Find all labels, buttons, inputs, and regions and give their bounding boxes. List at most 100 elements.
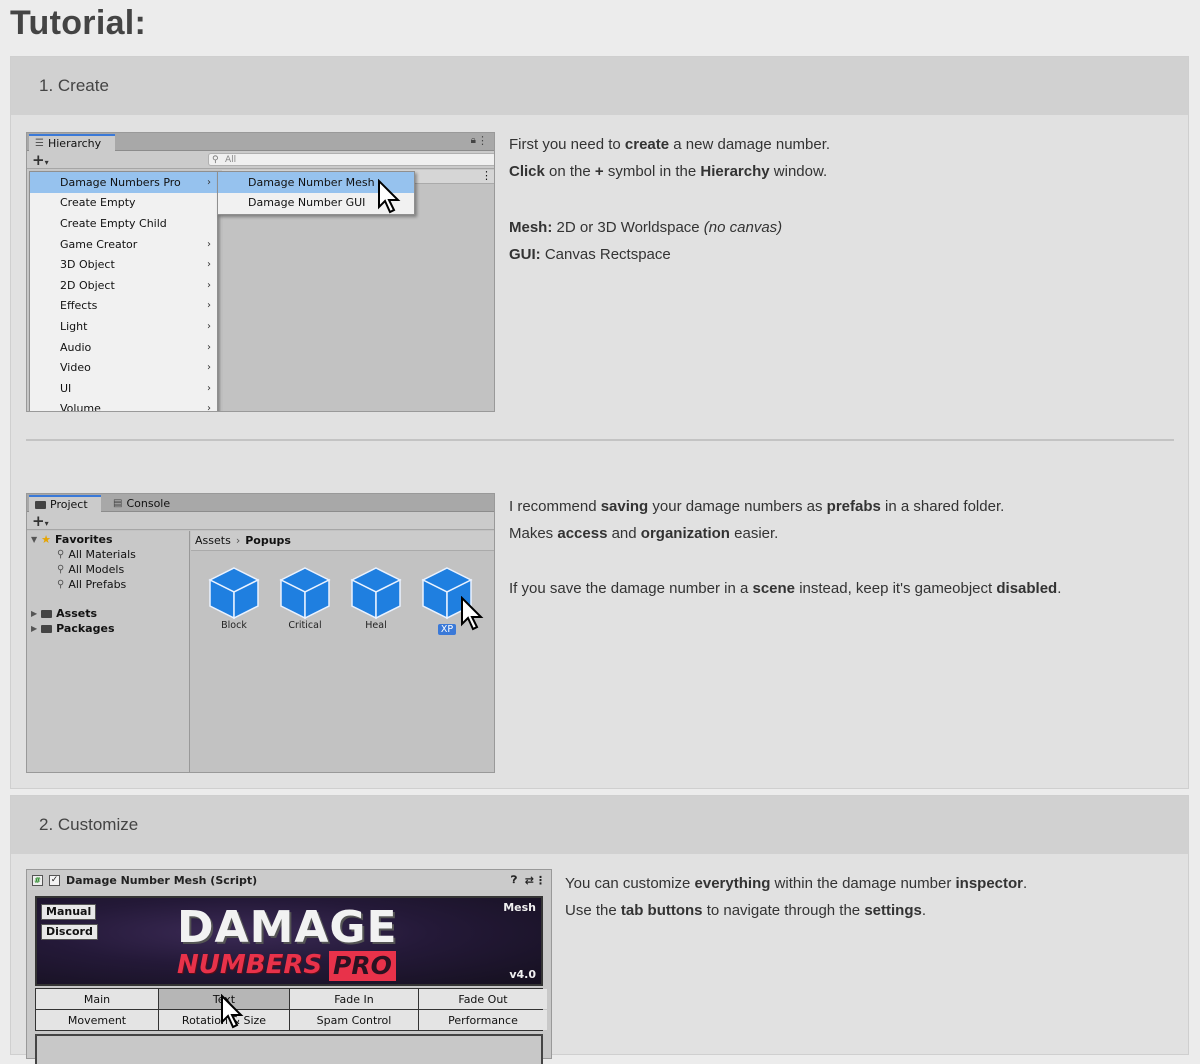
lock-icon[interactable]: 🔒︎ [471,135,476,146]
project-panel: Project ▤ Console +▾ ▼ ★ Favorites ⚲ All … [26,493,495,773]
menu-item[interactable]: Effects › [30,296,217,317]
menu-item-label: Damage Numbers Pro [60,175,181,189]
tree-packages[interactable]: ▶ Packages [31,622,115,635]
hierarchy-search-input[interactable]: ⚲ All [208,153,494,166]
inspector-tab-button[interactable]: Fade In [290,989,418,1009]
menu-item-label: Create Empty [60,196,136,210]
banner-title-pro: PRO [329,951,396,981]
prefab-label: Heal [365,620,387,631]
favorites-label: Favorites [55,533,113,546]
section-header-create: 1. Create [11,57,1188,115]
menu-item[interactable]: Audio › [30,337,217,358]
tree-assets[interactable]: ▶ Assets [31,607,97,620]
menu-item[interactable]: Create Empty [30,193,217,214]
menu-item[interactable]: UI › [30,378,217,399]
triangle-right-icon: ▶ [31,624,38,633]
tab-hierarchy[interactable]: ☰ Hierarchy [29,134,115,151]
menu-item-label: Light [60,319,88,333]
chevron-right-icon: › [207,320,211,332]
tree-favorites[interactable]: ▼ ★ Favorites [31,533,113,546]
inspector-tab-button[interactable]: Movement [36,1010,158,1030]
menu-item-label: Game Creator [60,237,138,251]
search-icon: ⚲ [212,155,219,165]
mouse-cursor-icon [221,994,244,1029]
create-plus-button[interactable]: +▾ [32,151,49,172]
triangle-down-icon: ▼ [31,535,38,544]
discord-button[interactable]: Discord [41,924,98,940]
banner-title-numbers: NUMBERS [177,950,323,980]
breadcrumb-separator: › [235,534,241,547]
search-icon: ⚲ [57,564,65,575]
menu-item[interactable]: Volume › [30,399,217,412]
desc-line: I recommend saving your damage numbers a… [509,498,1005,515]
search-icon: ⚲ [57,579,65,590]
search-icon: ⚲ [57,549,65,560]
script-icon: # [32,874,43,886]
folder-icon [41,624,53,633]
inspector-panel: # ✓ Damage Number Mesh (Script) ❓︎ ⇄ ⋮ M… [26,869,552,1064]
prefab-cube-icon [279,567,331,620]
tree-favorite-item[interactable]: ⚲ All Models [57,563,124,576]
list-icon: ☰ [35,138,44,149]
inspector-tab-button[interactable]: Spam Control [290,1010,418,1030]
search-placeholder: All [225,155,237,165]
enabled-checkbox[interactable]: ✓ [49,874,60,886]
prefab-label: XP [437,624,457,635]
prefab-asset[interactable]: Block [204,566,264,631]
menu-item[interactable]: Light › [30,316,217,337]
prefab-label: Critical [288,620,322,631]
menu-item[interactable]: Damage Numbers Pro › [30,172,217,193]
tree-favorite-item[interactable]: ⚲ All Materials [57,548,136,561]
menu-item-label: Create Empty Child [60,216,167,230]
menu-item[interactable]: Video › [30,357,217,378]
breadcrumb-popups[interactable]: Popups [245,534,291,547]
more-icon[interactable]: ⋮ [535,874,546,887]
section-title: 1. Create [39,76,109,95]
chevron-right-icon: › [207,238,211,250]
tab-project-label: Project [50,498,88,511]
settings-sliders-icon[interactable]: ⇄ [525,874,534,887]
help-icon[interactable]: ❓︎ [511,875,517,886]
menu-item[interactable]: 2D Object › [30,275,217,296]
menu-item[interactable]: Game Creator › [30,234,217,255]
breadcrumb: Assets › Popups [191,531,494,551]
desc-line: If you save the damage number in a scene… [509,580,1062,597]
dnp-banner: Manual Discord DAMAGE NUMBERS PRO Mesh v… [35,896,543,986]
menu-item[interactable]: 3D Object › [30,254,217,275]
menu-item[interactable]: Create Empty Child [30,213,217,234]
inspector-tab-button[interactable]: Performance [419,1010,547,1030]
chevron-right-icon: › [207,300,211,312]
more-icon[interactable]: ⋮ [477,134,488,147]
customize-description: You can customize everything within the … [565,870,1175,924]
folder-icon [35,500,46,509]
menu-item-label: Video [60,361,91,375]
inspector-tab-button[interactable]: Main [36,989,158,1009]
tree-favorite-item[interactable]: ⚲ All Prefabs [57,578,126,591]
menu-item-label: Volume [60,402,101,412]
section-create: 1. Create ☰ Hierarchy 🔒︎ ⋮ +▾ ⚲ All ⋮ Da… [10,56,1189,789]
hierarchy-tabbar: ☰ Hierarchy 🔒︎ ⋮ [27,133,494,151]
create-plus-button[interactable]: +▾ [32,512,49,533]
chevron-right-icon: › [207,341,211,353]
breadcrumb-assets[interactable]: Assets [195,534,231,547]
inspector-tab-button[interactable]: Fade Out [419,989,547,1009]
prefab-cube-icon [350,567,402,620]
prefab-asset[interactable]: Heal [346,566,406,631]
tab-console[interactable]: ▤ Console [107,495,176,512]
section-title: 2. Customize [39,815,139,834]
desc-line: Use the tab buttons to navigate through … [565,902,927,919]
banner-mode-label: Mesh [503,901,536,914]
tab-console-label: Console [126,497,171,510]
tab-project[interactable]: Project [29,495,101,512]
section-header-customize: 2. Customize [11,796,1188,854]
menu-item-label: 2D Object [60,278,115,292]
chevron-right-icon: › [207,279,211,291]
prefab-cube-icon [208,567,260,620]
menu-item-label: UI [60,381,72,395]
manual-button[interactable]: Manual [41,904,97,920]
prefab-asset[interactable]: Critical [275,566,335,631]
project-toolbar: +▾ [27,512,494,530]
project-tabbar: Project ▤ Console [27,494,494,512]
component-header: # ✓ Damage Number Mesh (Script) ❓︎ ⇄ ⋮ [27,870,551,890]
more-icon[interactable]: ⋮ [481,169,492,182]
